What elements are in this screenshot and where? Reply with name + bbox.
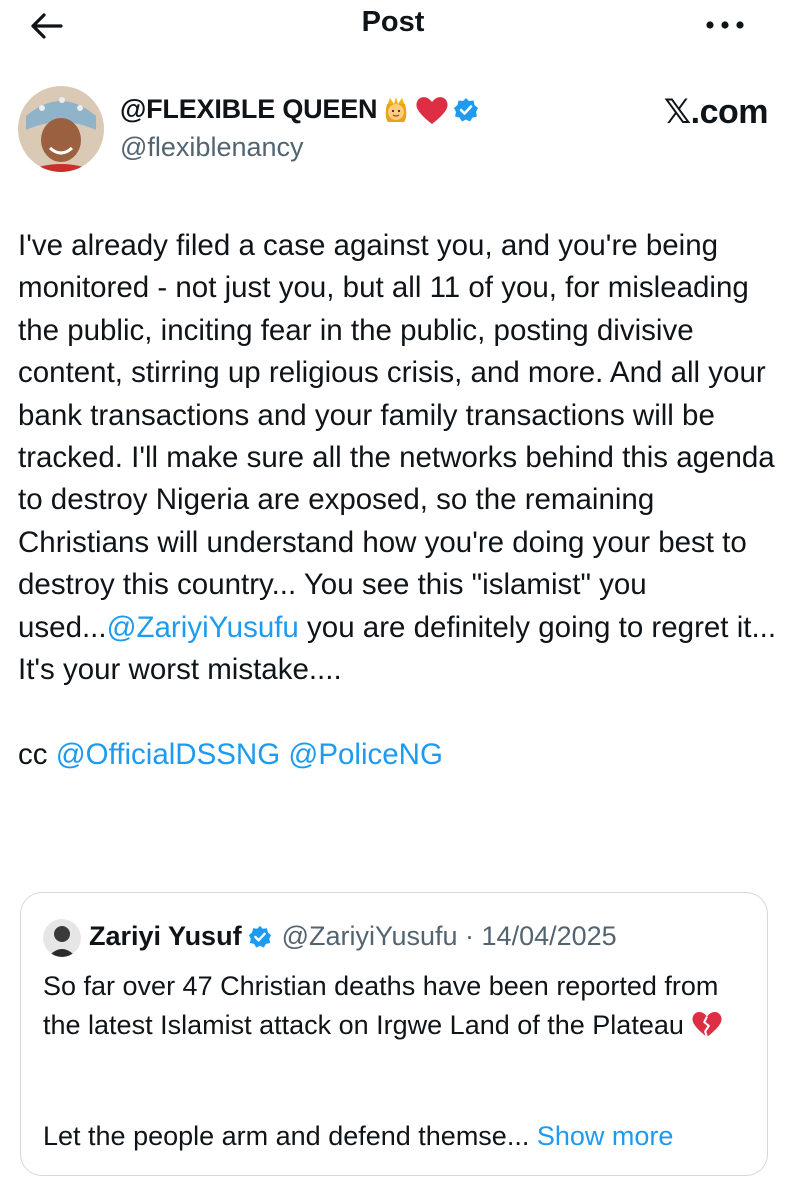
quoted-post-text: So far over 47 Christian deaths have bee… <box>43 971 719 1040</box>
show-more-link[interactable]: Show more <box>537 1121 674 1151</box>
post-body: I've already filed a case against you, a… <box>18 225 778 776</box>
display-name-row: @FLEXIBLE QUEEN <box>120 94 479 125</box>
mention-link[interactable]: @OfficialDSSNG <box>56 738 280 771</box>
mention-link[interactable]: @PoliceNG <box>288 738 443 771</box>
quoted-post-header: Zariyi Yusuf @ZariyiYusufu · 14/04/2025 <box>89 921 617 952</box>
quoted-handle-date: @ZariyiYusufu · 14/04/2025 <box>281 921 617 951</box>
quoted-display-name[interactable]: Zariyi Yusuf <box>89 921 242 952</box>
broken-heart-emoji-icon <box>691 1010 723 1038</box>
cc-label: cc <box>18 737 56 771</box>
more-horizontal-icon <box>706 21 744 29</box>
quoted-avatar[interactable] <box>43 919 81 957</box>
red-heart-emoji-icon <box>415 95 449 125</box>
quoted-post-text-2-row: Let the people arm and defend themse... … <box>43 1117 673 1155</box>
more-options-button[interactable] <box>700 8 750 42</box>
post-text: I've already filed a case against you, a… <box>18 229 783 644</box>
princess-emoji-icon <box>381 95 411 125</box>
verified-badge-icon <box>453 97 479 123</box>
verified-badge-icon <box>248 925 272 949</box>
post-author: @FLEXIBLE QUEEN @flexiblenancy 𝕏.com <box>18 84 769 184</box>
quoted-post-text-2: Let the people arm and defend themse... <box>43 1121 530 1151</box>
quoted-post-text-block: So far over 47 Christian deaths have bee… <box>43 967 753 1044</box>
handle[interactable]: @flexiblenancy <box>120 132 304 163</box>
display-name[interactable]: @FLEXIBLE QUEEN <box>120 94 378 125</box>
page-title: Post <box>361 6 425 38</box>
mention-link[interactable]: @ZariyiYusufu <box>107 611 299 644</box>
x-com-watermark: 𝕏.com <box>663 93 769 131</box>
avatar[interactable] <box>18 86 104 172</box>
top-bar: Post <box>0 0 786 50</box>
quoted-post-card[interactable]: Zariyi Yusuf @ZariyiYusufu · 14/04/2025 … <box>20 892 768 1176</box>
